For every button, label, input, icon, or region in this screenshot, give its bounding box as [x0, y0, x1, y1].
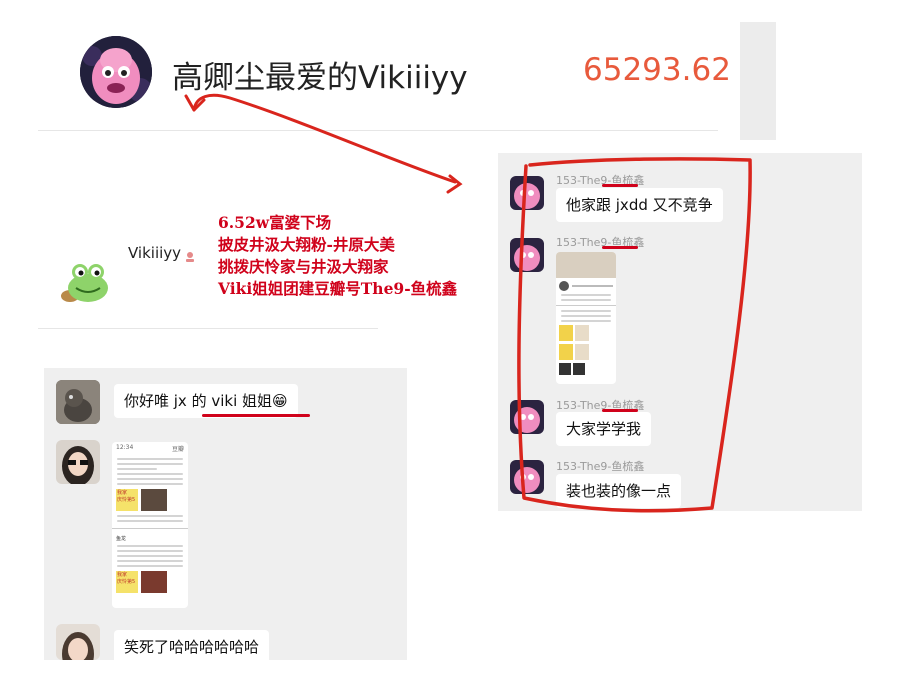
red-annotation-overlay	[184, 93, 752, 513]
